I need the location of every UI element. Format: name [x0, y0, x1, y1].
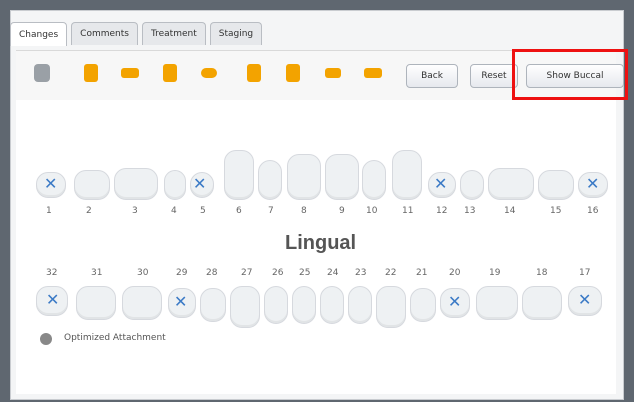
tooth-13[interactable]	[460, 170, 484, 200]
attachment-icon[interactable]	[247, 64, 261, 82]
tooth-7[interactable]	[258, 160, 282, 200]
attachment-icon[interactable]	[121, 68, 139, 78]
tab-strip: Changes Comments Treatment Staging	[10, 22, 263, 46]
tooth-9[interactable]	[325, 154, 359, 200]
tooth-26[interactable]	[264, 286, 288, 324]
tooth-number: 26	[272, 268, 284, 278]
trash-icon[interactable]	[34, 64, 50, 82]
tooth-number: 16	[587, 206, 599, 216]
tooth-number: 21	[416, 268, 428, 278]
tooth-number: 24	[327, 268, 339, 278]
tooth-number: 4	[171, 206, 177, 216]
tooth-8[interactable]	[287, 154, 321, 200]
tooth-19[interactable]	[476, 286, 518, 320]
tooth-number: 29	[176, 268, 188, 278]
tooth-number: 9	[339, 206, 345, 216]
tooth-number: 13	[464, 206, 476, 216]
attachment-icon[interactable]	[286, 64, 300, 82]
x-icon: ✕	[193, 174, 207, 193]
tooth-18[interactable]	[522, 286, 562, 320]
tooth-number: 7	[268, 206, 274, 216]
tab-treatment[interactable]: Treatment	[141, 22, 206, 45]
attachment-icon[interactable]	[201, 68, 217, 78]
tooth-number: 11	[402, 206, 414, 216]
tooth-number: 2	[86, 206, 92, 216]
tooth-2[interactable]	[74, 170, 110, 200]
tooth-28[interactable]	[200, 288, 226, 322]
tooth-number: 14	[504, 206, 516, 216]
attachment-icon[interactable]	[163, 64, 177, 82]
tooth-number: 6	[236, 206, 242, 216]
tooth-24[interactable]	[320, 286, 344, 324]
tooth-number: 25	[299, 268, 311, 278]
tooth-3[interactable]	[114, 168, 158, 200]
tooth-number: 17	[579, 268, 591, 278]
tab-staging[interactable]: Staging	[209, 22, 263, 45]
tooth-number: 19	[489, 268, 501, 278]
tooth-number: 1	[46, 206, 52, 216]
tooth-21[interactable]	[410, 288, 436, 322]
tooth-6[interactable]	[224, 150, 254, 200]
x-icon: ✕	[578, 290, 592, 309]
tooth-30[interactable]	[122, 286, 162, 320]
tooth-4[interactable]	[164, 170, 186, 200]
x-icon: ✕	[448, 292, 462, 311]
tooth-number: 15	[550, 206, 562, 216]
tooth-number: 30	[137, 268, 149, 278]
tooth-number: 22	[385, 268, 397, 278]
highlight-box	[512, 49, 628, 100]
legend-label: Optimized Attachment	[64, 333, 166, 343]
tooth-14[interactable]	[488, 168, 534, 200]
x-icon: ✕	[586, 174, 600, 193]
tooth-number: 20	[449, 268, 461, 278]
attachment-icon[interactable]	[364, 68, 382, 78]
tab-changes[interactable]: Changes	[10, 22, 68, 46]
x-icon: ✕	[46, 290, 60, 309]
tooth-number: 12	[436, 206, 448, 216]
section-label: Lingual	[285, 232, 357, 254]
back-button[interactable]: Back	[406, 64, 458, 88]
tooth-number: 5	[200, 206, 206, 216]
tooth-number: 10	[366, 206, 378, 216]
attachment-icon[interactable]	[84, 64, 98, 82]
tooth-number: 27	[241, 268, 253, 278]
tooth-23[interactable]	[348, 286, 372, 324]
tooth-15[interactable]	[538, 170, 574, 200]
tooth-number: 18	[536, 268, 548, 278]
tooth-number: 28	[206, 268, 218, 278]
tooth-25[interactable]	[292, 286, 316, 324]
reset-button[interactable]: Reset	[470, 64, 518, 88]
tooth-31[interactable]	[76, 286, 116, 320]
tooth-number: 8	[301, 206, 307, 216]
tooth-number: 32	[46, 268, 58, 278]
tooth-10[interactable]	[362, 160, 386, 200]
attachment-icon[interactable]	[325, 68, 341, 78]
attachment-legend-icon	[40, 333, 52, 345]
x-icon: ✕	[434, 174, 448, 193]
tooth-22[interactable]	[376, 286, 406, 328]
tooth-number: 3	[132, 206, 138, 216]
tooth-number: 23	[355, 268, 367, 278]
tooth-27[interactable]	[230, 286, 260, 328]
x-icon: ✕	[44, 174, 58, 193]
tooth-number: 31	[91, 268, 103, 278]
tooth-11[interactable]	[392, 150, 422, 200]
tab-comments[interactable]: Comments	[71, 22, 138, 45]
x-icon: ✕	[174, 292, 188, 311]
